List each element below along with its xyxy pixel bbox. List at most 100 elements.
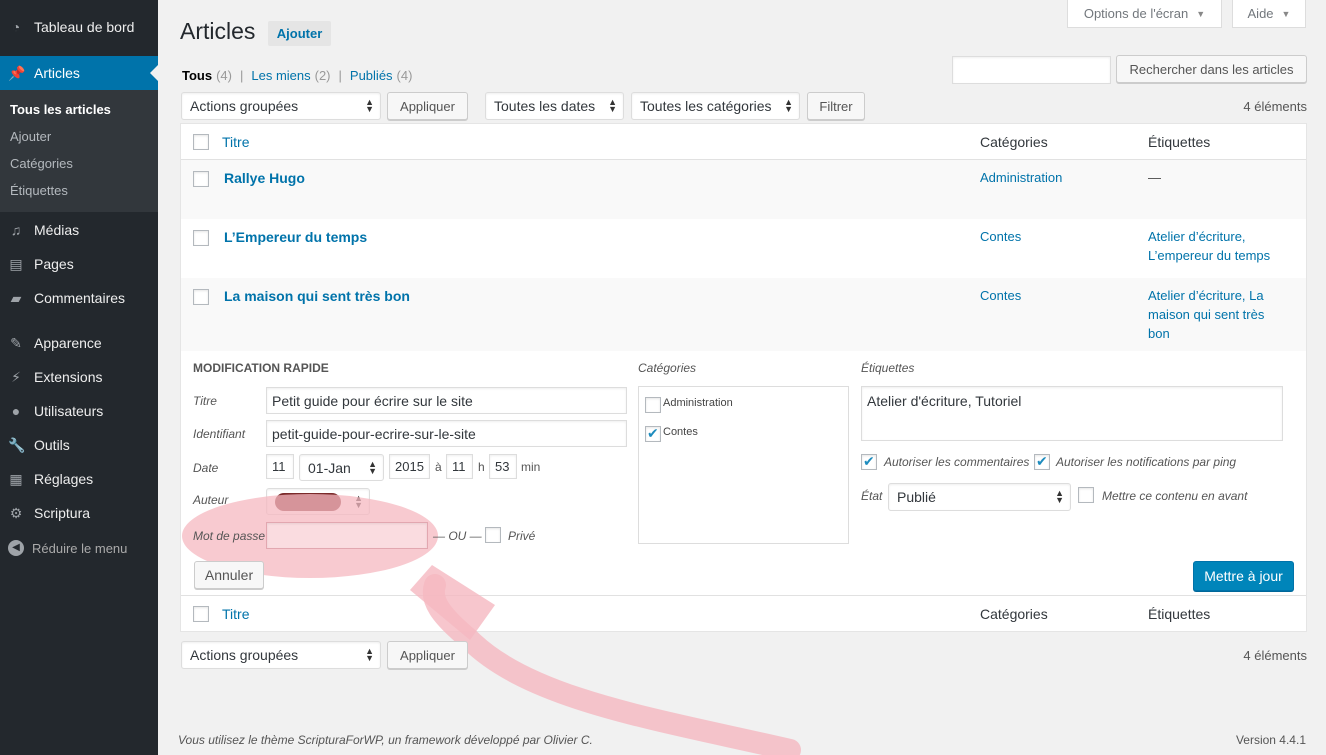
submenu-tags[interactable]: Étiquettes	[10, 183, 68, 198]
allow-comments-checkbox[interactable]	[861, 453, 877, 470]
gear-icon: ⚙	[9, 505, 23, 521]
post-category-link[interactable]: Contes	[980, 227, 1021, 246]
submenu-add[interactable]: Ajouter	[10, 129, 51, 144]
month-select[interactable]: 01-Jan ▲ ▼	[299, 454, 384, 481]
column-title-footer[interactable]: Titre	[222, 606, 249, 622]
view-all[interactable]: Tous	[182, 68, 212, 83]
hour-field[interactable]: 11	[446, 454, 473, 479]
media-icon: ♫	[10, 222, 22, 238]
menu-scriptura[interactable]: ⚙ Scriptura	[0, 496, 158, 530]
menu-plugins[interactable]: ⚡ Extensions	[0, 360, 158, 394]
menu-appearance-label: Apparence	[34, 335, 102, 351]
bulk-actions-select-bottom[interactable]: Actions groupées ▲ ▼	[181, 641, 381, 669]
select-all-checkbox[interactable]	[193, 134, 209, 150]
bulk-actions-value: Actions groupées	[190, 98, 299, 114]
screen-options-label: Options de l'écran	[1083, 6, 1189, 21]
cancel-button[interactable]: Annuler	[194, 561, 264, 589]
menu-media[interactable]: ♫ Médias	[0, 213, 158, 247]
categories-filter-select[interactable]: Toutes les catégories ▲ ▼	[631, 92, 800, 120]
post-category-link[interactable]: Contes	[980, 286, 1021, 305]
post-tag-link[interactable]: Atelier d’écriture,	[1148, 227, 1246, 246]
categories-box-label: Catégories	[638, 361, 697, 375]
menu-dashboard-label: Tableau de bord	[34, 19, 135, 35]
day-field[interactable]: 11	[266, 454, 294, 479]
password-field[interactable]	[266, 522, 428, 549]
post-tags-empty: —	[1148, 170, 1161, 185]
allow-pings-checkbox[interactable]	[1034, 453, 1050, 470]
footer-version: Version 4.4.1	[1235, 733, 1306, 747]
column-tags-footer: Étiquettes	[1148, 606, 1211, 622]
slug-field[interactable]: petit-guide-pour-ecrire-sur-le-site	[266, 420, 627, 447]
menu-comments-label: Commentaires	[34, 290, 126, 306]
year-field[interactable]: 2015	[389, 454, 430, 479]
search-button[interactable]: Rechercher dans les articles	[1116, 55, 1307, 83]
wrench-icon: 🔧	[8, 437, 26, 453]
view-published[interactable]: Publiés	[350, 68, 393, 83]
bulk-actions-value: Actions groupées	[190, 647, 299, 663]
status-select[interactable]: Publié ▲ ▼	[888, 483, 1071, 511]
post-title-link[interactable]: La maison qui sent très bon	[224, 288, 410, 304]
minute-field[interactable]: 53	[489, 454, 517, 479]
bulk-actions-select[interactable]: Actions groupées ▲ ▼	[181, 92, 381, 120]
row-checkbox[interactable]	[193, 230, 209, 246]
column-tags-header: Étiquettes	[1148, 134, 1211, 150]
menu-appearance[interactable]: ✎ Apparence	[0, 326, 158, 360]
menu-comments[interactable]: ▰ Commentaires	[0, 281, 158, 315]
view-separator: |	[338, 68, 342, 83]
title-field[interactable]: Petit guide pour écrire sur le site	[266, 387, 627, 414]
select-all-checkbox-bottom[interactable]	[193, 606, 209, 622]
footer-credits: Vous utilisez le thème ScripturaForWP, u…	[178, 733, 593, 747]
menu-dashboard[interactable]: ◔ Tableau de bord	[0, 10, 158, 44]
post-category-link[interactable]: Administration	[980, 168, 1062, 187]
categories-checklist: Administration Contes	[638, 386, 849, 544]
search-input[interactable]	[952, 56, 1111, 84]
categories-filter-value: Toutes les catégories	[640, 98, 772, 114]
menu-articles[interactable]: 📌 Articles	[0, 56, 158, 90]
collapse-menu-button[interactable]: ◀ Réduire le menu	[0, 538, 158, 558]
menu-pages[interactable]: ▤ Pages	[0, 247, 158, 281]
row-checkbox[interactable]	[193, 171, 209, 187]
post-title-link[interactable]: L’Empereur du temps	[224, 229, 367, 245]
tags-box-label: Étiquettes	[861, 361, 915, 375]
column-categories-footer: Catégories	[980, 606, 1048, 622]
screen-options-tab[interactable]: Options de l'écran ▼	[1067, 0, 1222, 28]
menu-tools-label: Outils	[34, 437, 70, 453]
menu-tools[interactable]: 🔧 Outils	[0, 428, 158, 462]
view-mine[interactable]: Les miens	[251, 68, 310, 83]
add-new-button[interactable]: Ajouter	[268, 21, 331, 46]
tags-textarea[interactable]: Atelier d'écriture, Tutoriel	[861, 386, 1283, 441]
menu-settings[interactable]: ▦ Réglages	[0, 462, 158, 496]
menu-pages-label: Pages	[34, 256, 74, 272]
apply-button[interactable]: Appliquer	[387, 92, 468, 120]
menu-users-label: Utilisateurs	[34, 403, 104, 419]
status-label: État	[861, 489, 883, 503]
or-separator: — OU —	[433, 529, 482, 543]
update-button[interactable]: Mettre à jour	[1193, 561, 1294, 591]
post-tag-link[interactable]: bon	[1148, 324, 1170, 343]
post-title-link[interactable]: Rallye Hugo	[224, 170, 305, 186]
category-checkbox-administration[interactable]	[645, 397, 661, 413]
author-select[interactable]: ▲ ▼	[266, 488, 370, 515]
post-tag-link[interactable]: Atelier d’écriture, La	[1148, 286, 1264, 305]
post-tag-link[interactable]: L’empereur du temps	[1148, 246, 1270, 265]
dates-filter-select[interactable]: Toutes les dates ▲ ▼	[485, 92, 624, 120]
items-count-bottom: 4 éléments	[1243, 648, 1307, 663]
row-checkbox[interactable]	[193, 289, 209, 305]
private-checkbox[interactable]	[485, 527, 501, 543]
sticky-label: Mettre ce contenu en avant	[1102, 489, 1248, 503]
post-tag-link[interactable]: maison qui sent très	[1148, 305, 1264, 324]
column-title-header[interactable]: Titre	[222, 134, 249, 150]
menu-users[interactable]: ● Utilisateurs	[0, 394, 158, 428]
sticky-checkbox[interactable]	[1078, 487, 1094, 503]
submenu-all-articles[interactable]: Tous les articles	[10, 102, 111, 117]
submenu-categories[interactable]: Catégories	[10, 156, 73, 171]
apply-button-bottom[interactable]: Appliquer	[387, 641, 468, 669]
help-tab[interactable]: Aide ▼	[1232, 0, 1306, 28]
help-label: Aide	[1247, 6, 1274, 21]
select-arrows-icon: ▲ ▼	[365, 97, 374, 114]
date-field-label: Date	[193, 461, 219, 475]
category-checkbox-contes[interactable]	[645, 425, 661, 442]
password-field-label: Mot de passe	[193, 529, 266, 543]
table-header	[181, 124, 1306, 160]
filter-button[interactable]: Filtrer	[807, 92, 865, 120]
